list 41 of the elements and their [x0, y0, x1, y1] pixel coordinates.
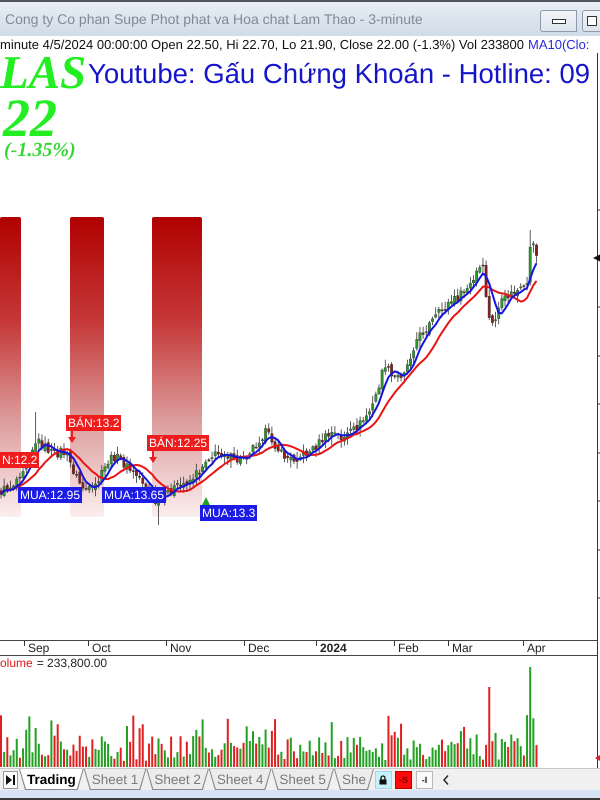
x-axis-label: 2024: [316, 641, 347, 655]
buy-signal-tag: MUA:13.65: [102, 487, 166, 503]
banner-text: Youtube: Gấu Chứng Khoán - Hotline: 09: [88, 57, 592, 91]
sheet-tab[interactable]: Sheet 2: [146, 769, 209, 790]
buy-signal-tag: MUA:13.3: [200, 505, 258, 521]
maximize-button[interactable]: [582, 10, 600, 32]
x-axis-label: Oct: [88, 641, 111, 655]
sheet-tab[interactable]: Trading: [19, 769, 84, 790]
ohlc-info-text: minute 4/5/2024 00:00:00 Open 22.50, Hi 22.70, Lo 21.90, Close 22.00 (-1.3%) Vol 233800: [0, 37, 524, 52]
indicator-label: MA10(Clo:: [528, 37, 590, 52]
sheet-tab[interactable]: Sheet 1: [84, 769, 146, 790]
last-sheet-button[interactable]: [3, 771, 18, 789]
sheet-tab[interactable]: Sheet 4: [208, 769, 272, 790]
lock-icon: [379, 775, 388, 785]
maximize-icon: [586, 16, 596, 26]
volume-label: olume: [0, 656, 33, 670]
x-axis-label: Nov: [166, 641, 192, 655]
sell-signal-tag: N:12.2: [0, 452, 40, 468]
x-axis-label: Sep: [24, 641, 50, 655]
buy-signal-tag: MUA:12.95: [18, 487, 82, 503]
x-axis-label: Apr: [523, 641, 546, 655]
tab-tool-button[interactable]: -S: [394, 771, 412, 789]
x-axis-label: Mar: [448, 641, 473, 655]
sheet-tab[interactable]: She: [334, 769, 374, 790]
volume-marker-icon: [595, 755, 600, 761]
volume-value: = 233,800.00: [36, 656, 108, 670]
sell-signal-tag: BÁN:12.25: [147, 435, 210, 451]
price-marker-icon: [593, 254, 600, 262]
minimize-icon: [552, 18, 566, 24]
tab-tool-button[interactable]: -I: [416, 771, 433, 789]
ticker-price: 22: [2, 94, 57, 142]
sheet-tab[interactable]: Sheet 5: [271, 769, 334, 790]
x-axis-label: Dec: [244, 641, 270, 655]
minimize-button[interactable]: [540, 10, 577, 32]
sell-signal-tag: BÁN:13.2: [66, 415, 122, 431]
lock-button[interactable]: [374, 771, 392, 789]
chevron-left-icon: [442, 775, 449, 785]
price-change: (-1.35%): [4, 139, 77, 161]
x-axis-label: Feb: [394, 641, 419, 655]
skip-to-end-icon: [6, 775, 15, 785]
window-title: Cong ty Co phan Supe Phot phat va Hoa chat Lam Thao - 3-minute: [5, 11, 424, 27]
